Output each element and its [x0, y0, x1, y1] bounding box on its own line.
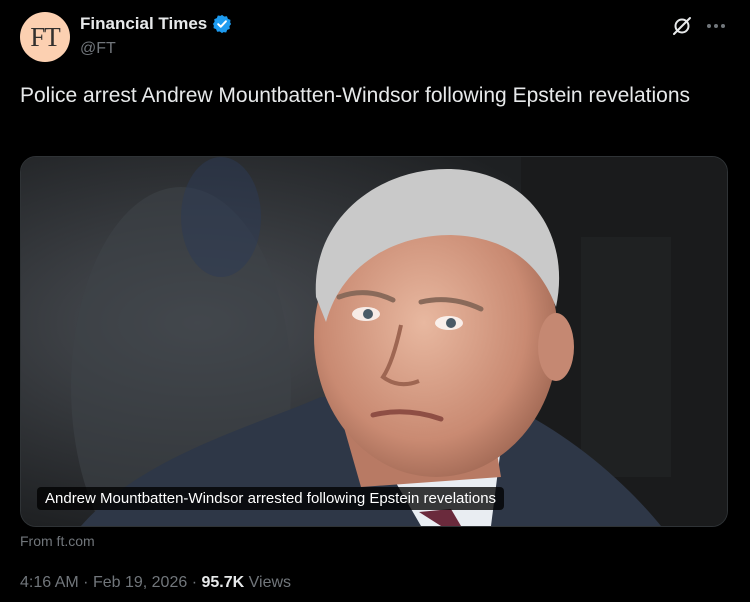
verified-badge-icon[interactable] — [212, 14, 232, 34]
tweet-text: Police arrest Andrew Mountbatten-Windsor… — [20, 84, 691, 107]
user-handle[interactable]: @FT — [80, 40, 116, 58]
tweet-time[interactable]: 4:16 AM — [20, 574, 79, 591]
meta-separator: · — [191, 574, 198, 591]
card-title: Andrew Mountbatten-Windsor arrested foll… — [37, 487, 505, 510]
dot — [707, 24, 711, 28]
more-options-icon[interactable] — [704, 14, 728, 38]
dot — [721, 24, 725, 28]
link-card[interactable]: Andrew Mountbatten-Windsor arrested foll… — [20, 156, 728, 527]
author-name-row: Financial Times — [80, 14, 232, 34]
avatar[interactable]: FT — [20, 12, 70, 62]
avatar-text: FT — [30, 21, 60, 52]
card-image — [21, 157, 727, 526]
views-count: 95.7K — [201, 574, 245, 591]
views-label: Views — [248, 574, 292, 591]
display-name[interactable]: Financial Times — [80, 14, 207, 34]
dot — [714, 24, 718, 28]
tweet-meta: 4:16 AM · Feb 19, 2026 · 95.7K Views — [20, 574, 291, 592]
tweet-date[interactable]: Feb 19, 2026 — [93, 574, 187, 591]
grok-icon[interactable] — [670, 14, 694, 38]
card-source[interactable]: From ft.com — [20, 533, 95, 549]
meta-separator: · — [83, 574, 89, 591]
